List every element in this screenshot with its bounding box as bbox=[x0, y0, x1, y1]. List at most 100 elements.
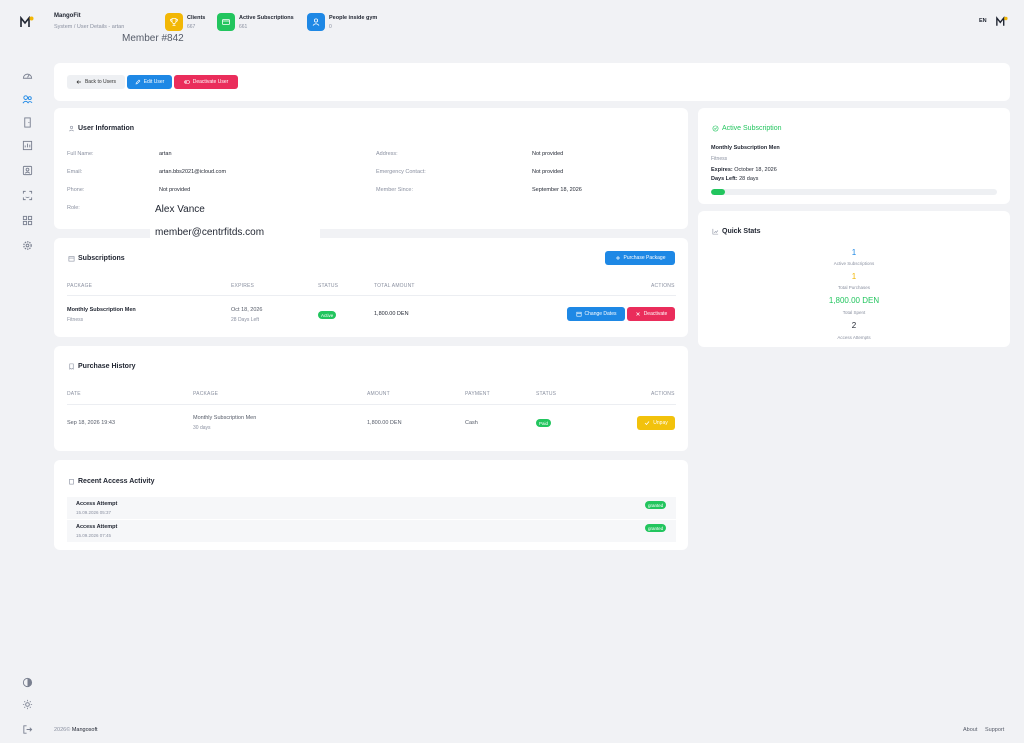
qs-access-attempts-value: 2 bbox=[851, 321, 857, 330]
qs-access-attempts-label: Access Attempts bbox=[837, 335, 871, 340]
active-sub-category: Fitness bbox=[711, 156, 728, 162]
subscription-progress-bar bbox=[711, 189, 997, 195]
col-actions: Actions bbox=[651, 283, 675, 289]
qs-total-purchases-value: 1 bbox=[851, 272, 857, 281]
unpay-button[interactable]: Unpay bbox=[637, 416, 675, 430]
package-name: Monthly Subscription Men bbox=[67, 307, 136, 313]
reports-icon[interactable] bbox=[22, 140, 33, 151]
face-scan-icon[interactable] bbox=[22, 190, 33, 201]
stat-count: 661 bbox=[239, 24, 248, 30]
change-dates-button[interactable]: Change Dates bbox=[567, 307, 625, 321]
edit-user-button[interactable]: Edit User bbox=[127, 75, 172, 89]
active-sub-days-left: Days Left: 28 days bbox=[711, 176, 758, 182]
subscriptions-card bbox=[54, 238, 688, 337]
check-circle-icon bbox=[712, 125, 719, 132]
chart-icon bbox=[712, 228, 719, 235]
expires-date: Oct 18, 2026 bbox=[231, 307, 263, 313]
active-sub-expires: Expires: October 18, 2026 bbox=[711, 167, 777, 173]
total-amount: 1,800.00 DEN bbox=[374, 311, 409, 317]
stat-title: People inside gym bbox=[329, 15, 378, 21]
phone-label: Phone: bbox=[67, 187, 85, 193]
role-label: Role: bbox=[67, 205, 80, 211]
col-status: Status bbox=[536, 391, 557, 397]
dashboard-icon[interactable] bbox=[22, 70, 33, 81]
days-left: 28 Days Left bbox=[231, 317, 260, 323]
modules-icon[interactable] bbox=[22, 215, 33, 226]
col-package: Package bbox=[193, 391, 219, 397]
stat-title: Active Subscriptions bbox=[239, 15, 294, 21]
toggle-icon bbox=[183, 80, 190, 84]
settings-gear-icon[interactable] bbox=[22, 240, 33, 251]
purchase-amount: 1,800.00 DEN bbox=[367, 420, 402, 426]
granted-badge: granted bbox=[645, 501, 667, 509]
logout-icon[interactable] bbox=[22, 724, 33, 735]
title-text: User Information bbox=[78, 125, 135, 132]
address-label: Address: bbox=[376, 151, 398, 157]
check-icon bbox=[644, 421, 650, 426]
deactivate-user-button[interactable]: Deactivate User bbox=[174, 75, 238, 89]
deactivate-subscription-button[interactable]: Deactivate bbox=[627, 307, 675, 321]
full-name-label: Full Name: bbox=[67, 151, 94, 157]
access-time: 15.09.2026 05:37 bbox=[76, 510, 112, 515]
light-mode-sun-icon[interactable] bbox=[22, 699, 33, 710]
door-icon[interactable] bbox=[22, 117, 33, 128]
col-actions: Actions bbox=[651, 391, 675, 397]
stat-title: Clients bbox=[187, 15, 206, 21]
emergency-contact-label: Emergency Contact: bbox=[376, 169, 426, 175]
mangofit-logo[interactable] bbox=[20, 16, 34, 28]
subscriptions-title: Subscriptions bbox=[68, 255, 125, 262]
active-subscription-title: Active Subscription bbox=[712, 125, 782, 132]
user-icon bbox=[69, 125, 74, 132]
full-name-value: artan bbox=[159, 151, 172, 157]
footer-copyright: 2026© Mangosoft bbox=[54, 727, 98, 733]
brand-name: MangoFit bbox=[54, 13, 81, 19]
clients-stat[interactable]: Clients 667 bbox=[165, 13, 205, 31]
purchase-payment: Cash bbox=[465, 420, 478, 426]
plus-icon bbox=[615, 256, 620, 260]
member-since-value: September 18, 2026 bbox=[532, 187, 582, 193]
deactivate-label: Deactivate User bbox=[192, 79, 229, 85]
divider bbox=[67, 295, 676, 296]
col-status: Status bbox=[318, 283, 339, 289]
purchase-package: Monthly Subscription Men bbox=[193, 415, 257, 421]
member-number-label: Member #842 bbox=[122, 33, 184, 44]
purchase-history-title: Purchase History bbox=[68, 363, 136, 370]
qs-total-spent-value: 1,800.00 DEN bbox=[828, 296, 880, 305]
expires-value: October 18, 2026 bbox=[734, 167, 777, 173]
access-title: Access Attempt bbox=[76, 501, 118, 507]
breadcrumb[interactable]: System / User Details - artan bbox=[54, 24, 124, 30]
users-icon[interactable] bbox=[22, 94, 33, 105]
sidebar bbox=[0, 0, 54, 743]
paid-badge: Paid bbox=[536, 419, 552, 427]
change-dates-label: Change Dates bbox=[584, 311, 617, 317]
receipt-icon bbox=[69, 363, 74, 370]
footer-support-link[interactable]: Support bbox=[985, 727, 1004, 733]
access-item: Access Attempt 15.09.2026 05:37 granted bbox=[67, 497, 676, 519]
active-subscriptions-stat[interactable]: Active Subscriptions 661 bbox=[217, 13, 294, 31]
user-information-title: User Information bbox=[68, 125, 134, 132]
progress-fill bbox=[711, 189, 726, 195]
purchase-package-button[interactable]: Purchase Package bbox=[605, 251, 675, 265]
title-text: Active Subscription bbox=[722, 125, 782, 132]
purchase-label: Purchase Package bbox=[623, 255, 666, 261]
purchase-date: Sep 18, 2026 19:43 bbox=[67, 420, 116, 426]
footer-about-link[interactable]: About bbox=[963, 727, 977, 733]
language-selector[interactable]: EN bbox=[979, 18, 987, 24]
back-to-users-button[interactable]: Back to Users bbox=[67, 75, 125, 89]
col-payment: Payment bbox=[465, 391, 490, 397]
stat-count: 0 bbox=[329, 24, 332, 30]
email-value: artan.bbs2021@icloud.com bbox=[159, 169, 227, 175]
overlay-email: member@centrfitds.com bbox=[155, 227, 265, 238]
col-amount: Amount bbox=[367, 391, 390, 397]
qs-total-spent-label: Total Spent bbox=[842, 310, 866, 315]
purchase-history-card bbox=[54, 346, 688, 451]
theme-contrast-icon[interactable] bbox=[22, 677, 33, 688]
back-label: Back to Users bbox=[84, 79, 117, 85]
card-icon bbox=[217, 13, 235, 31]
profile-card-icon[interactable] bbox=[22, 165, 33, 176]
pencil-icon bbox=[135, 79, 141, 85]
qs-active-subscriptions-value: 1 bbox=[851, 248, 857, 257]
people-inside-stat[interactable]: People inside gym 0 bbox=[307, 13, 377, 31]
deactivate-sub-label: Deactivate bbox=[643, 311, 668, 317]
title-text: Recent Access Activity bbox=[78, 478, 155, 485]
